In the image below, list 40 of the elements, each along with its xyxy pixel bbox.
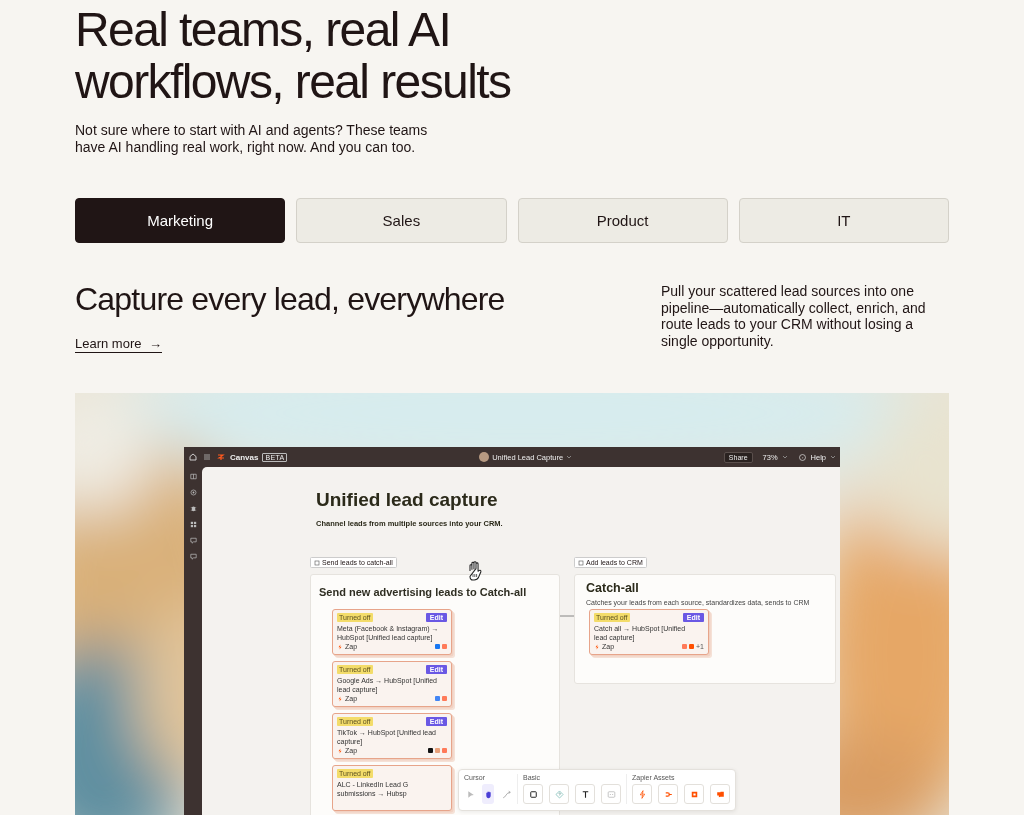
hand-tool[interactable]	[482, 784, 494, 804]
connector-icon	[500, 788, 512, 800]
embed-icon	[605, 788, 617, 800]
paths-tool[interactable]	[658, 784, 678, 804]
feature-description: Pull your scattered lead sources into one pipeline—automatically collect, enrich, and route leads to your CRM without losing a single opportunity.	[661, 283, 927, 351]
chevron-icon[interactable]	[781, 454, 788, 460]
canvas-title: Unified lead capture	[316, 489, 498, 511]
grid-icon[interactable]	[188, 520, 198, 529]
shape-icon	[527, 788, 539, 800]
app-name: Canvas	[230, 452, 259, 462]
chevron-icon[interactable]	[830, 454, 836, 460]
learn-more-link[interactable]: Learn more →	[75, 336, 163, 353]
bolt-icon	[337, 747, 343, 754]
category-tab[interactable]: Marketing	[75, 198, 286, 243]
section-title: Catch-all	[585, 580, 640, 596]
home-icon[interactable]	[188, 452, 198, 462]
headline: Real teams, real AI workflows, real results	[75, 4, 512, 108]
chevron-icon[interactable]	[566, 454, 573, 460]
section-title: Send new advertising leads to Catch-all	[318, 585, 528, 599]
intro-text: Not sure where to start with AI and agents? These teams have AI handling real work, right now. And you can too.	[75, 122, 429, 156]
sticky-icon	[553, 788, 565, 800]
zap-tool[interactable]	[632, 784, 652, 804]
category-tab[interactable]: Product	[517, 198, 728, 243]
avatar	[479, 452, 490, 462]
feature-title: Capture every lead, everywhere	[75, 280, 506, 318]
gear-icon[interactable]	[188, 488, 198, 497]
category-tab[interactable]: Sales	[296, 198, 507, 243]
frame-icon	[578, 559, 584, 566]
book-icon[interactable]	[188, 472, 198, 481]
frame-icon	[314, 559, 320, 566]
shape-tool[interactable]	[523, 784, 543, 804]
bolt-icon	[594, 643, 600, 650]
category-tab[interactable]: IT	[738, 198, 949, 243]
help-icon[interactable]	[797, 452, 807, 462]
table-tool[interactable]	[710, 784, 730, 804]
bolt-icon	[337, 643, 343, 650]
interface-tool[interactable]	[684, 784, 704, 804]
logo-icon	[216, 452, 226, 462]
text-tool[interactable]	[575, 784, 595, 804]
bolt-icon	[337, 695, 343, 702]
